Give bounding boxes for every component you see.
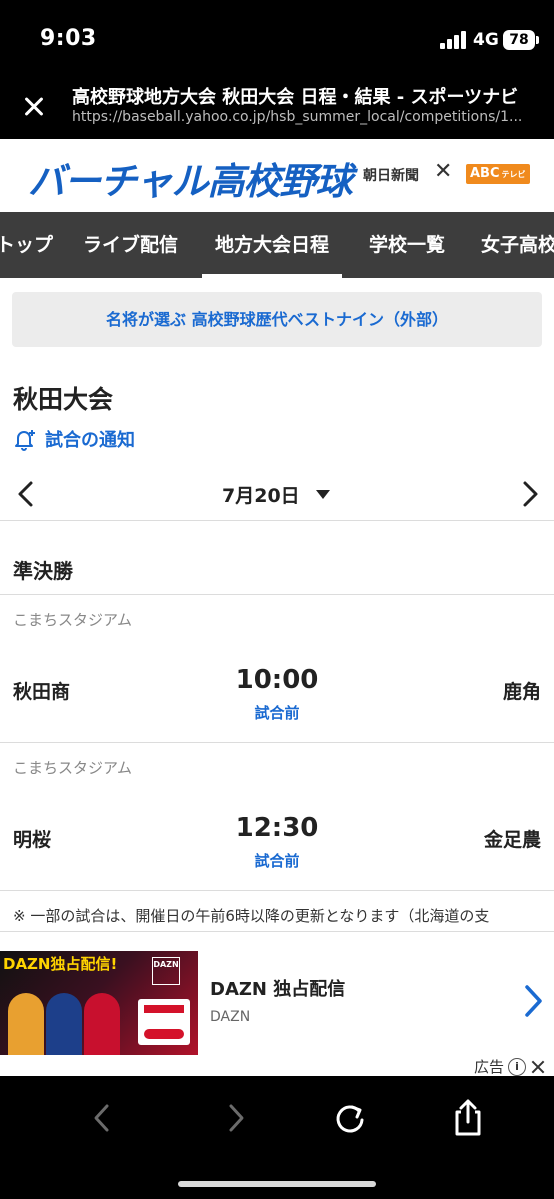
close-icon[interactable] <box>530 1059 546 1075</box>
match-card[interactable]: こまちスタジアム 秋田商 10:00 試合前 鹿角 <box>0 595 554 742</box>
forward-icon[interactable] <box>214 1096 258 1140</box>
dazn-logo: DAZN <box>152 957 180 985</box>
status-bar: 9:03 4G 78 <box>0 0 554 72</box>
share-icon[interactable] <box>446 1096 490 1140</box>
match-card[interactable]: こまちスタジアム 明桜 12:30 試合前 金足農 <box>0 743 554 890</box>
site-header: バーチャル高校野球 朝日新聞 ✕ ABC テレビ <box>0 139 554 212</box>
ad-player-figure <box>8 993 44 1055</box>
page-title: 高校野球地方大会 秋田大会 日程・結果 - スポーツナビ <box>72 87 519 108</box>
page-url[interactable]: https://baseball.yahoo.co.jp/hsb_summer_… <box>72 109 534 125</box>
tournament-title: 秋田大会 <box>13 385 114 414</box>
info-icon[interactable]: i <box>508 1057 527 1076</box>
away-team: 金足農 <box>483 829 541 851</box>
divider <box>0 931 554 932</box>
update-note: ※ 一部の試合は、開催日の午前6時以降の更新となります（北海道の支 <box>13 907 490 925</box>
nav-item-live[interactable]: ライブ配信 <box>83 212 178 278</box>
web-content: バーチャル高校野球 朝日新聞 ✕ ABC テレビ トップ ライブ配信 地方大会日程… <box>0 139 554 1076</box>
partner-separator: ✕ <box>434 159 453 184</box>
ad-unit[interactable]: DAZN独占配信! DAZN DAZN 独占配信 DAZN 広告 i <box>0 949 554 1076</box>
date-selector[interactable]: 7月20日 <box>222 479 330 509</box>
chevron-right-icon[interactable] <box>521 983 545 1019</box>
partner-logo-asahi[interactable]: 朝日新聞 <box>363 165 419 185</box>
nav-item-women[interactable]: 女子高校野球 <box>481 212 554 278</box>
match-status: 試合前 <box>254 704 300 722</box>
cellular-signal-icon <box>440 31 466 49</box>
away-team: 鹿角 <box>502 681 541 703</box>
network-type: 4G <box>473 30 499 50</box>
main-nav: トップ ライブ配信 地方大会日程 学校一覧 女子高校野球 <box>0 212 554 278</box>
ad-player-figure <box>46 993 82 1055</box>
ad-label: 広告 i <box>474 1056 546 1076</box>
round-title: 準決勝 <box>13 559 73 583</box>
ad-sponsor: DAZN <box>210 1009 251 1025</box>
match-venue: こまちスタジアム <box>13 759 132 777</box>
nav-item-top[interactable]: トップ <box>0 212 53 278</box>
bell-plus-icon <box>15 430 35 451</box>
ad-label-text: 広告 <box>474 1058 505 1076</box>
ad-offer-badge <box>138 999 190 1045</box>
match-time: 10:00 <box>235 665 319 695</box>
browser-header: 高校野球地方大会 秋田大会 日程・結果 - スポーツナビ https://bas… <box>0 72 554 139</box>
divider <box>0 520 554 521</box>
site-logo[interactable]: バーチャル高校野球 <box>28 151 353 205</box>
chevron-left-icon[interactable] <box>12 479 40 509</box>
nav-item-schedule[interactable]: 地方大会日程 <box>201 212 343 278</box>
home-indicator[interactable] <box>178 1181 376 1187</box>
caret-down-icon <box>315 489 330 499</box>
match-venue: こまちスタジアム <box>13 611 132 629</box>
status-time: 9:03 <box>40 26 97 51</box>
notify-label: 試合の通知 <box>45 430 135 451</box>
date-navigator: 7月20日 <box>0 469 554 521</box>
ad-image[interactable]: DAZN独占配信! DAZN <box>0 951 198 1055</box>
reload-icon[interactable] <box>328 1096 372 1140</box>
chevron-right-icon[interactable] <box>516 479 544 509</box>
divider <box>0 890 554 891</box>
partner-logo-abc-suffix: テレビ <box>501 170 526 179</box>
battery-tip <box>536 36 539 44</box>
battery-icon: 78 <box>503 30 535 50</box>
ad-player-figure <box>84 993 120 1055</box>
back-icon[interactable] <box>80 1096 124 1140</box>
partner-logo-abc[interactable]: ABC テレビ <box>466 164 530 184</box>
match-status: 試合前 <box>254 852 300 870</box>
notify-button[interactable]: 試合の通知 <box>13 426 135 452</box>
ad-title[interactable]: DAZN 独占配信 <box>210 975 345 1001</box>
ad-image-headline: DAZN独占配信! <box>3 955 118 973</box>
date-label: 7月20日 <box>222 484 300 507</box>
nav-item-schools[interactable]: 学校一覧 <box>369 212 445 278</box>
close-icon[interactable] <box>14 86 54 126</box>
promo-banner[interactable]: 名将が選ぶ 高校野球歴代ベストナイン（外部） <box>12 292 542 347</box>
match-time: 12:30 <box>235 813 319 843</box>
partner-logo-abc-text: ABC <box>470 166 500 181</box>
